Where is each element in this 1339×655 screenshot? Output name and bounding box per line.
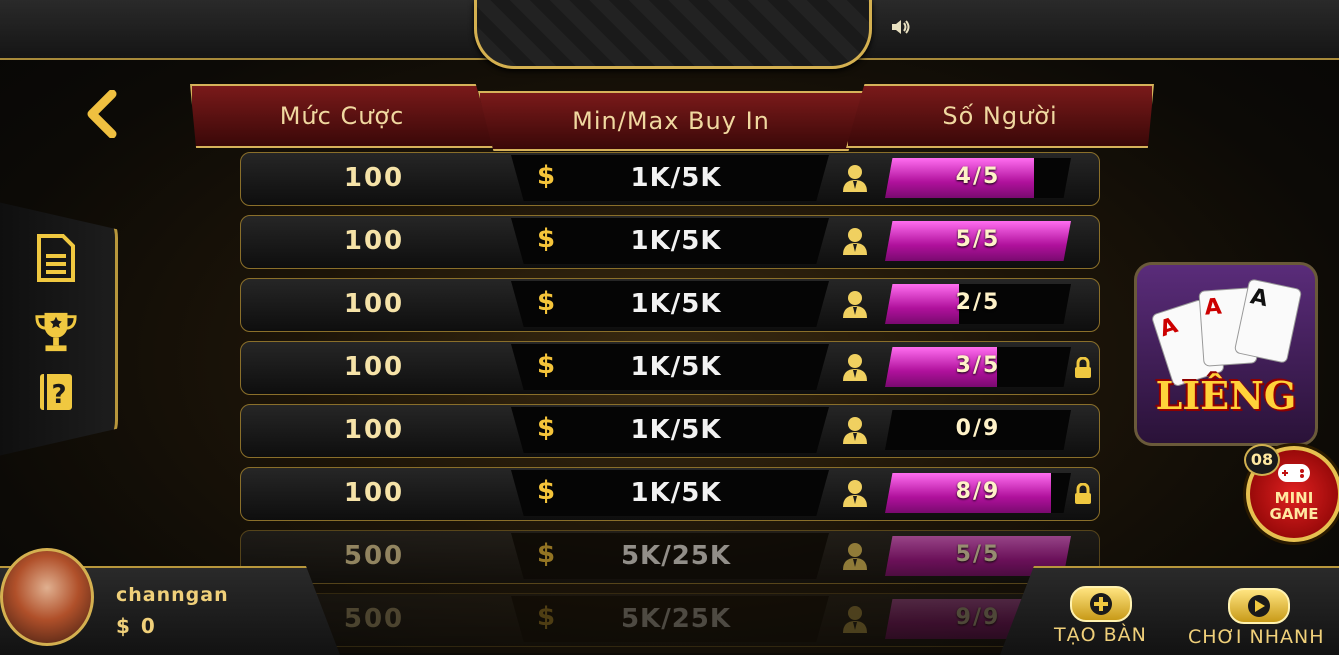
- buyin-value: 1K/5K: [630, 226, 722, 256]
- play-icon[interactable]: [1228, 588, 1290, 624]
- buyin-value: 1K/5K: [630, 478, 722, 508]
- bet-value: 500: [343, 604, 405, 634]
- dollar-icon: $: [537, 476, 556, 506]
- create-table-button[interactable]: TẠO BÀN: [1054, 624, 1147, 646]
- mini-game-badge: 08: [1244, 444, 1280, 476]
- dollar-icon: $: [537, 161, 556, 191]
- bet-value: 100: [343, 415, 405, 445]
- buyin-value: 1K/5K: [630, 415, 722, 445]
- table-row[interactable]: 100 $1K/5K 0/9: [240, 404, 1100, 458]
- player-count-bar: 4/5: [885, 158, 1071, 198]
- dollar-icon: $: [537, 224, 556, 254]
- table-row[interactable]: 100 $1K/5K 8/9: [240, 467, 1100, 521]
- document-icon[interactable]: [34, 234, 78, 282]
- bet-value: 100: [343, 352, 405, 382]
- person-icon: [843, 354, 867, 381]
- player-count-bar: 5/5: [885, 221, 1071, 261]
- dollar-icon: $: [537, 287, 556, 317]
- game-title: LIÊNG: [1155, 373, 1297, 418]
- player-count: 2/5: [955, 290, 1001, 315]
- chevron-left-icon[interactable]: [84, 89, 120, 139]
- plus-icon[interactable]: [1070, 586, 1132, 622]
- bet-value: 100: [343, 226, 405, 256]
- table-row[interactable]: 100 $1K/5K 4/5: [240, 152, 1100, 206]
- bet-value: 500: [343, 541, 405, 571]
- dollar-icon: $: [537, 350, 556, 380]
- help-book-icon[interactable]: ?: [34, 370, 78, 414]
- avatar[interactable]: [0, 548, 94, 646]
- player-count: 4/5: [955, 164, 1001, 189]
- person-icon: [843, 480, 867, 507]
- svg-text:?: ?: [51, 380, 66, 410]
- player-count-bar: 0/9: [885, 410, 1071, 450]
- player-count: 0/9: [955, 416, 1001, 441]
- username: channgan: [116, 584, 229, 606]
- header-players: Số Người: [846, 84, 1154, 148]
- table-row[interactable]: 100 $1K/5K 5/5: [240, 215, 1100, 269]
- mini-label-2: GAME: [1269, 505, 1319, 523]
- table-row[interactable]: 100 $1K/5K 2/5: [240, 278, 1100, 332]
- bet-value: 100: [343, 289, 405, 319]
- buyin-value: 5K/25K: [620, 604, 732, 634]
- person-icon: [843, 165, 867, 192]
- bet-value: 100: [343, 163, 405, 193]
- header-buyin: Min/Max Buy In: [478, 91, 864, 151]
- person-icon: [843, 543, 867, 570]
- buyin-value: 1K/5K: [630, 352, 722, 382]
- balance: $ 0: [116, 614, 157, 638]
- game-banner: A A A LIÊNG: [1134, 262, 1318, 446]
- buyin-value: 1K/5K: [630, 163, 722, 193]
- buyin-value: 5K/25K: [620, 541, 732, 571]
- player-count: 5/5: [955, 542, 1001, 567]
- table-row[interactable]: 500 $5K/25K 5/5: [240, 530, 1100, 584]
- dollar-icon: $: [537, 539, 556, 569]
- top-emblem: [474, 0, 872, 69]
- player-count-bar: 8/9: [885, 473, 1071, 513]
- header-bet: Mức Cược: [190, 84, 494, 148]
- gamepad-icon: [1278, 464, 1310, 482]
- dollar-icon: $: [537, 602, 556, 632]
- player-count: 5/5: [955, 227, 1001, 252]
- quick-play-button[interactable]: CHƠI NHANH: [1188, 626, 1325, 648]
- player-count: 3/5: [955, 353, 1001, 378]
- player-count: 8/9: [955, 479, 1001, 504]
- lock-icon: [1075, 483, 1091, 504]
- table-row[interactable]: 100 $1K/5K 3/5: [240, 341, 1100, 395]
- bet-value: 100: [343, 478, 405, 508]
- table-row[interactable]: 500 $5K/25K 9/9: [240, 593, 1100, 647]
- person-icon: [843, 291, 867, 318]
- player-count-bar: 3/5: [885, 347, 1071, 387]
- person-icon: [843, 606, 867, 633]
- buyin-value: 1K/5K: [630, 289, 722, 319]
- trophy-icon[interactable]: [34, 310, 78, 354]
- player-count-bar: 2/5: [885, 284, 1071, 324]
- dollar-icon: $: [537, 413, 556, 443]
- speaker-icon[interactable]: [890, 16, 912, 38]
- person-icon: [843, 228, 867, 255]
- lock-icon: [1075, 357, 1091, 378]
- person-icon: [843, 417, 867, 444]
